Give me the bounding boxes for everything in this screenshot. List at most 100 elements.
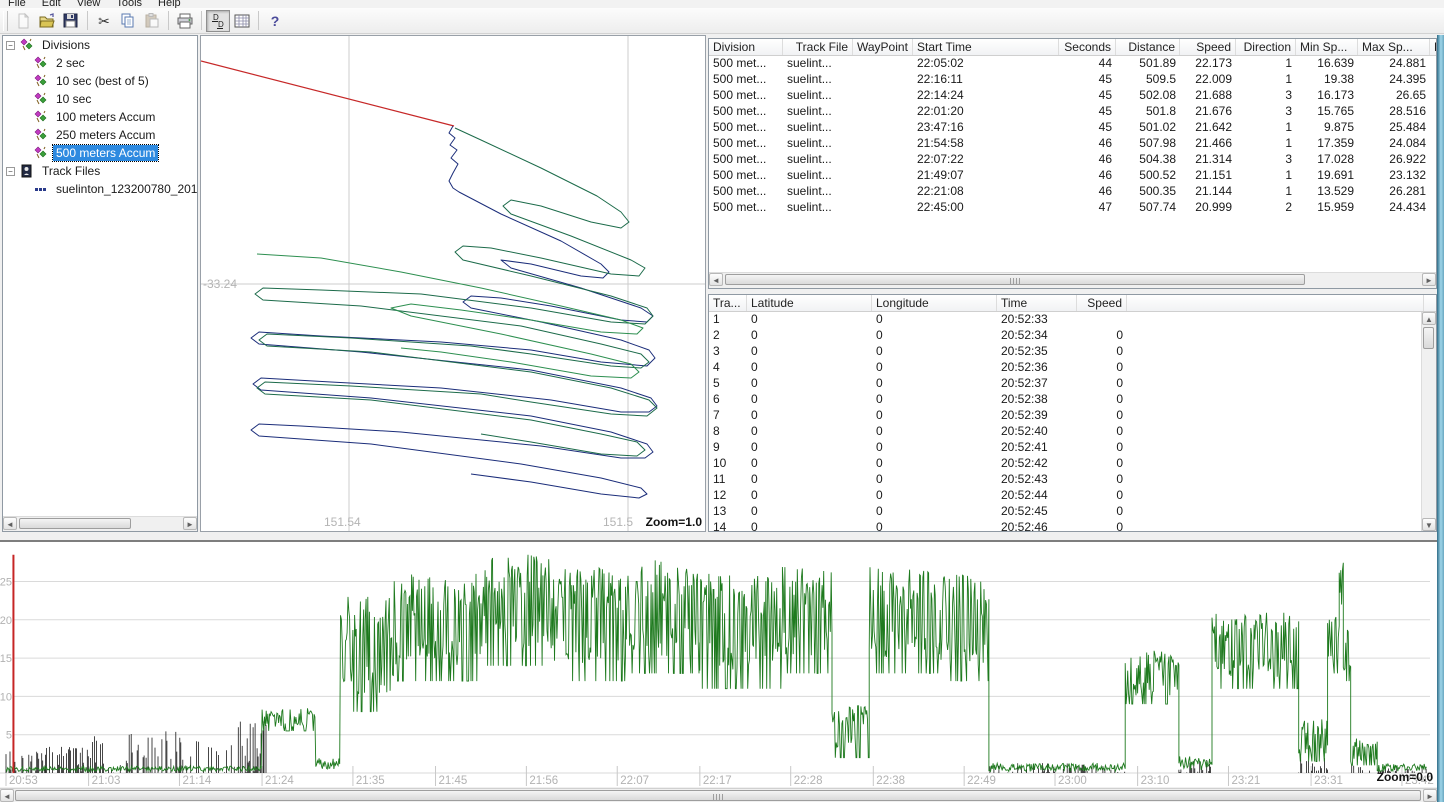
tree-item-10-sec-best-of-5-[interactable]: 10 sec (best of 5) [3, 72, 197, 90]
results-col-max-sp-[interactable]: Max Sp... [1358, 39, 1430, 55]
tree-item-250-meters-accum[interactable]: 250 meters Accum [3, 126, 197, 144]
scroll-thumb[interactable] [1423, 327, 1434, 349]
save-file-button[interactable] [59, 10, 83, 32]
results-col-speed[interactable]: Speed [1180, 39, 1236, 55]
scroll-right-arrow[interactable]: ► [1423, 789, 1437, 802]
copy-button[interactable] [116, 10, 140, 32]
trackpoints-table-header[interactable]: Tra...LatitudeLongitudeTimeSpeed [709, 295, 1436, 312]
results-row[interactable]: 500 met...suelint...22:01:2045501.821.67… [709, 104, 1436, 120]
points-row[interactable]: 80020:52:400 [709, 424, 1436, 440]
speed-chart-canvas[interactable]: 51015202520:5321:0321:1421:2421:3521:452… [0, 542, 1437, 787]
results-row[interactable]: 500 met...suelint...23:47:1645501.0221.6… [709, 120, 1436, 136]
points-row[interactable]: 40020:52:360 [709, 360, 1436, 376]
scroll-left-arrow[interactable]: ◄ [0, 789, 14, 802]
points-row[interactable]: 70020:52:390 [709, 408, 1436, 424]
track-map-panel[interactable]: -33.24 151.54 151.5 Zoom=1.0 [200, 35, 706, 532]
results-col-distance[interactable]: Distance [1116, 39, 1180, 55]
waypoint-labels-toggle-button[interactable]: DD [206, 10, 230, 32]
points-col-time[interactable]: Time [997, 295, 1077, 311]
points-row[interactable]: 10020:52:33 [709, 312, 1436, 328]
results-col-min-sp-[interactable]: Min Sp... [1296, 39, 1358, 55]
svg-text:10: 10 [0, 691, 12, 703]
points-row[interactable]: 90020:52:410 [709, 440, 1436, 456]
results-col-track-file[interactable]: Track File [783, 39, 853, 55]
open-file-button[interactable] [35, 10, 59, 32]
results-table-header[interactable]: DivisionTrack FileWayPointStart TimeSeco… [709, 39, 1436, 56]
trackpoints-table-body: 10020:52:3320020:52:34030020:52:35040020… [709, 312, 1436, 532]
results-row[interactable]: 500 met...suelint...22:21:0846500.3521.1… [709, 184, 1436, 200]
results-col-start-time[interactable]: Start Time [913, 39, 1059, 55]
tree-root-track-files[interactable]: −Track Files [3, 162, 197, 180]
results-col-direction[interactable]: Direction [1236, 39, 1296, 55]
results-cell [853, 152, 913, 168]
tree-item-500-meters-accum[interactable]: 500 meters Accum [3, 144, 197, 162]
results-row[interactable]: 500 met...suelint...22:05:0244501.8922.1… [709, 56, 1436, 72]
scroll-right-arrow[interactable]: ► [1422, 273, 1436, 286]
scroll-left-arrow[interactable]: ◄ [709, 273, 723, 286]
points-row[interactable]: 110020:52:430 [709, 472, 1436, 488]
results-row[interactable]: 500 met...suelint...21:54:5846507.9821.4… [709, 136, 1436, 152]
menu-file[interactable]: File [0, 0, 34, 8]
scroll-right-arrow[interactable]: ► [183, 517, 197, 530]
scroll-thumb[interactable] [19, 518, 131, 529]
tree-expander[interactable]: − [6, 41, 15, 50]
points-row[interactable]: 30020:52:350 [709, 344, 1436, 360]
print-button[interactable] [173, 10, 197, 32]
results-row[interactable]: 500 met...suelint...22:07:2246504.3821.3… [709, 152, 1436, 168]
points-row[interactable]: 20020:52:340 [709, 328, 1436, 344]
new-file-button[interactable] [11, 10, 35, 32]
toolbar-grip[interactable] [3, 11, 8, 31]
results-col-division[interactable]: Division [709, 39, 783, 55]
results-col-seconds[interactable]: Seconds [1059, 39, 1116, 55]
scroll-left-arrow[interactable]: ◄ [3, 517, 17, 530]
points-row[interactable]: 100020:52:420 [709, 456, 1436, 472]
tree-item-100-meters-accum[interactable]: 100 meters Accum [3, 108, 197, 126]
results-col-waypoint[interactable]: WayPoint [853, 39, 913, 55]
points-row[interactable]: 120020:52:440 [709, 488, 1436, 504]
points-cell [1127, 520, 1424, 532]
scroll-thumb[interactable] [15, 790, 1421, 801]
table-view-button[interactable] [230, 10, 254, 32]
points-row[interactable]: 130020:52:450 [709, 504, 1436, 520]
points-cell [1127, 488, 1424, 504]
points-col-speed[interactable]: Speed [1077, 295, 1127, 311]
points-col-longitude[interactable]: Longitude [872, 295, 997, 311]
tree-item-10-sec[interactable]: 10 sec [3, 90, 197, 108]
results-col-f[interactable]: F [1430, 39, 1437, 55]
results-horizontal-scrollbar[interactable]: ◄► [709, 272, 1436, 288]
tree-root-divisions[interactable]: −Divisions [3, 36, 197, 54]
results-row[interactable]: 500 met...suelint...21:49:0746500.5221.1… [709, 168, 1436, 184]
scroll-down-arrow[interactable]: ▼ [1422, 518, 1436, 531]
menu-edit[interactable]: Edit [34, 0, 69, 8]
help-button[interactable]: ? [263, 10, 287, 32]
points-col-blank[interactable] [1127, 295, 1424, 311]
points-row[interactable]: 140020:52:460 [709, 520, 1436, 532]
tree-expander[interactable]: − [6, 167, 15, 176]
results-row[interactable]: 500 met...suelint...22:45:0047507.7420.9… [709, 200, 1436, 216]
cut-button[interactable]: ✂ [92, 10, 116, 32]
track-map-canvas[interactable] [201, 36, 705, 531]
points-cell: 0 [872, 408, 997, 424]
results-row[interactable]: 500 met...suelint...22:16:1145509.522.00… [709, 72, 1436, 88]
points-row[interactable]: 60020:52:380 [709, 392, 1436, 408]
results-cell: suelint... [783, 168, 853, 184]
paste-button[interactable] [140, 10, 164, 32]
results-row[interactable]: 500 met...suelint...22:14:2445502.0821.6… [709, 88, 1436, 104]
points-col-latitude[interactable]: Latitude [747, 295, 872, 311]
scroll-up-arrow[interactable]: ▲ [1422, 312, 1436, 325]
speed-chart-panel[interactable]: 51015202520:5321:0321:1421:2421:3521:452… [0, 540, 1437, 787]
points-row[interactable]: 50020:52:370 [709, 376, 1436, 392]
points-cell: 0 [747, 456, 872, 472]
points-col-tra-[interactable]: Tra... [709, 295, 747, 311]
bottom-horizontal-scrollbar[interactable]: ◄► [0, 788, 1437, 802]
tree-horizontal-scrollbar[interactable]: ◄► [3, 516, 197, 531]
results-cell: 21:49:07 [913, 168, 1059, 184]
tree-item-2-sec[interactable]: 2 sec [3, 54, 197, 72]
trackpoints-vertical-scrollbar[interactable]: ▲▼ [1421, 312, 1436, 531]
menu-help[interactable]: Help [150, 0, 189, 8]
menu-view[interactable]: View [69, 0, 109, 8]
menu-tools[interactable]: Tools [108, 0, 150, 8]
points-cell [1127, 344, 1424, 360]
tree-item-suelinton-123200780-201[interactable]: suelinton_123200780_201 [3, 180, 197, 198]
scroll-thumb[interactable] [725, 274, 1305, 285]
